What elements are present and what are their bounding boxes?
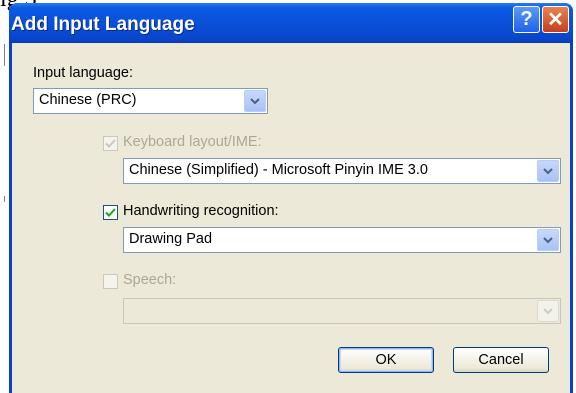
speech-label: Speech: (123, 272, 177, 288)
help-icon: ? (520, 8, 533, 30)
handwriting-recognition-label: Handwriting recognition: (123, 203, 279, 219)
input-language-label: Input language: (33, 65, 133, 81)
keyboard-layout-checkbox[interactable] (103, 136, 118, 151)
dialog-client-area: Input language: Chinese (PRC) Keyboard l… (12, 43, 570, 393)
chevron-down-icon[interactable] (537, 160, 559, 182)
cancel-button[interactable]: Cancel (453, 347, 549, 373)
keyboard-layout-value: Chinese (Simplified) - Microsoft Pinyin … (129, 162, 428, 178)
chevron-down-icon[interactable] (537, 300, 559, 322)
page-edge-mark (4, 44, 5, 66)
screenshot-frame: ig.5. Add Input Language ? ✕ Input langu… (0, 0, 576, 393)
handwriting-recognition-value: Drawing Pad (129, 231, 213, 247)
ok-button[interactable]: OK (338, 347, 434, 373)
input-language-value: Chinese (PRC) (39, 92, 137, 108)
speech-dropdown[interactable] (123, 298, 561, 324)
add-input-language-dialog: Add Input Language ? ✕ Input language: C… (9, 3, 573, 393)
chevron-down-icon[interactable] (537, 229, 559, 251)
handwriting-recognition-dropdown[interactable]: Drawing Pad (123, 227, 561, 253)
page-edge-mark (4, 196, 5, 202)
keyboard-layout-dropdown[interactable]: Chinese (Simplified) - Microsoft Pinyin … (123, 158, 561, 184)
dialog-title: Add Input Language (11, 14, 195, 35)
title-bar[interactable]: Add Input Language ? ✕ (9, 3, 573, 43)
speech-checkbox[interactable] (103, 274, 118, 289)
handwriting-recognition-checkbox[interactable] (103, 205, 118, 220)
input-language-dropdown[interactable]: Chinese (PRC) (33, 88, 268, 114)
check-icon (105, 139, 116, 148)
close-button[interactable]: ✕ (542, 6, 569, 33)
chevron-down-icon[interactable] (244, 90, 266, 112)
keyboard-layout-label: Keyboard layout/IME: (123, 134, 262, 150)
check-icon (105, 208, 116, 217)
close-icon: ✕ (547, 9, 564, 31)
help-button[interactable]: ? (513, 6, 540, 33)
